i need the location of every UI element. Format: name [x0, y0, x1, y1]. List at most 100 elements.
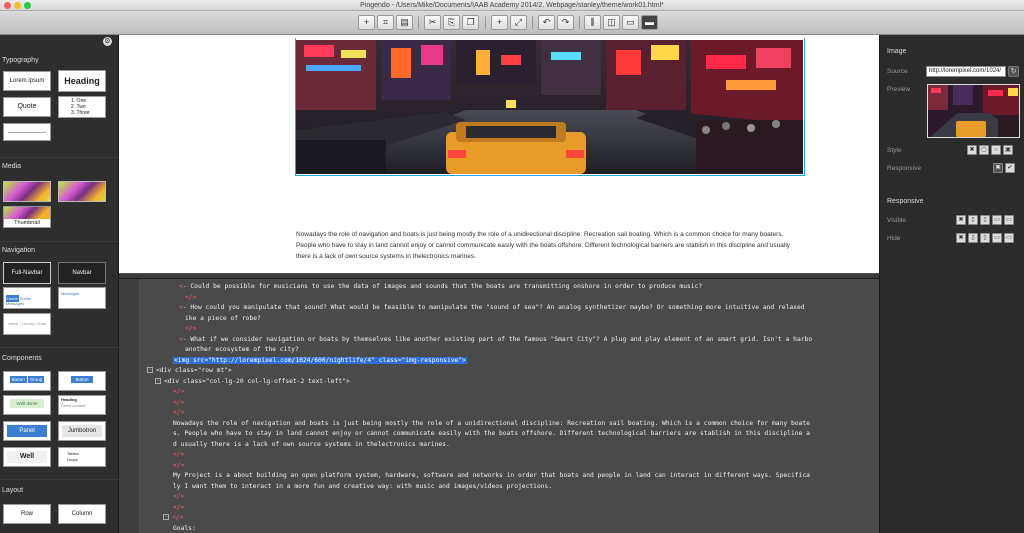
redo-icon[interactable]: ↷ — [557, 15, 574, 30]
hide-phone-icon[interactable]: ▯ — [968, 233, 978, 243]
code-line[interactable]: <- How could you manipulate that sound? … — [179, 303, 805, 313]
panel-snippet[interactable]: Panel — [3, 421, 51, 441]
alert-snippet[interactable]: Well done! — [3, 395, 51, 415]
visible-desktop-icon[interactable]: ▭ — [1004, 215, 1014, 225]
well-snippet[interactable]: Well — [3, 447, 51, 467]
visible-tablet-icon[interactable]: ▯ — [980, 215, 990, 225]
button-snippet[interactable]: Button — [58, 371, 106, 391]
heading-snippet[interactable]: Heading — [58, 70, 106, 92]
visible-none-icon[interactable]: ✖ — [956, 215, 966, 225]
code-line[interactable]: </> — [185, 324, 196, 334]
code-line[interactable]: ike a piece of robe? — [185, 314, 261, 324]
image-snippet[interactable] — [3, 181, 51, 202]
button-label: Button — [71, 376, 93, 383]
paste-icon[interactable]: ⎘ — [443, 15, 460, 30]
tabs-snippet[interactable]: Home Profile Messages — [3, 287, 51, 309]
column-icon[interactable]: ⫼ — [584, 15, 601, 30]
image-rounded-snippet[interactable] — [58, 181, 106, 202]
refresh-icon[interactable]: ↻ — [1008, 66, 1019, 77]
code-line[interactable]: <- Could be possible for musicians to us… — [179, 282, 702, 292]
section-divider — [0, 479, 119, 480]
toolbar-separator — [418, 16, 419, 29]
code-line[interactable]: Nowadays the role of navigation and boat… — [173, 419, 810, 429]
hide-none-icon[interactable]: ✖ — [956, 233, 966, 243]
list-group-item: Drops — [67, 457, 78, 462]
code-line[interactable]: <- What if we consider navigation or boa… — [179, 335, 812, 345]
well-label: Well — [7, 451, 47, 463]
responsive-on-icon[interactable]: ✔ — [1005, 163, 1015, 173]
code-line[interactable]: ly I want them to interact in a more fun… — [173, 482, 552, 492]
style-label: Style — [887, 147, 902, 154]
layout-icon[interactable]: ▬ — [641, 15, 658, 30]
thumbnail-snippet[interactable]: Thumbnail — [3, 206, 51, 228]
responsive-label: Responsive — [887, 165, 921, 172]
hr-snippet[interactable] — [3, 123, 51, 141]
split-icon[interactable]: ◫ — [603, 15, 620, 30]
undo-icon[interactable]: ↶ — [538, 15, 555, 30]
panel-content-label: Panel content — [61, 403, 86, 408]
code-line[interactable]: Goals: — [173, 524, 196, 533]
style-circle-icon[interactable]: ○ — [991, 145, 1001, 155]
row-snippet[interactable]: Row — [3, 504, 51, 524]
add-icon[interactable]: + — [491, 15, 508, 30]
group-button: Group — [27, 376, 45, 383]
breadcrumb-snippet[interactable]: Home / Library / Data — [3, 313, 51, 335]
visible-phone-icon[interactable]: ▯ — [968, 215, 978, 225]
button-group-snippet[interactable]: Button Group — [3, 371, 51, 391]
city-street-image — [296, 40, 803, 174]
code-line[interactable]: </> — [173, 398, 184, 408]
layout-section-title: Layout — [2, 487, 24, 494]
code-editor[interactable]: <- Could be possible for musicians to us… — [119, 279, 879, 533]
column-snippet[interactable]: Column — [58, 504, 106, 524]
code-line[interactable]: </> — [173, 492, 184, 502]
gear-icon[interactable]: ⚙ — [103, 37, 112, 46]
code-line[interactable]: My Project is a about building an open p… — [173, 471, 810, 481]
navbar-snippet[interactable]: Navbar — [58, 262, 106, 284]
list-snippet[interactable]: 1. One 2. Two 3. Three — [58, 96, 106, 118]
desktop-view-icon[interactable]: ▭ — [622, 15, 639, 30]
quote-snippet[interactable]: Quote — [3, 97, 51, 117]
visible-label: Visible — [887, 217, 907, 224]
jumbotron-snippet[interactable]: Jumbotron — [58, 421, 106, 441]
code-line[interactable]: - </> — [163, 513, 183, 523]
code-line[interactable]: <img src="http://lorempixel.com/1024/600… — [173, 356, 467, 366]
resize-icon[interactable]: ⤢ — [510, 15, 527, 30]
scissors-icon[interactable]: ✂ — [424, 15, 441, 30]
style-rounded-icon[interactable]: ▢ — [979, 145, 989, 155]
code-line[interactable]: </> — [173, 461, 184, 471]
code-line[interactable]: </> — [185, 293, 196, 303]
lorem-ipsum-snippet[interactable]: Lorem ipsum — [3, 71, 51, 91]
hide-label: Hide — [887, 235, 901, 242]
pager-snippet[interactable]: Messages — [58, 287, 106, 309]
save-icon[interactable]: ▤ — [396, 15, 413, 30]
canvas-paragraph[interactable]: Nowadays the role of navigation and boat… — [296, 229, 799, 262]
code-line[interactable]: s. People who have to stay in land canno… — [173, 429, 810, 439]
hr-line — [8, 132, 46, 133]
code-line[interactable]: </> — [173, 408, 184, 418]
crop-icon[interactable]: ⌗ — [377, 15, 394, 30]
panel-heading-snippet[interactable]: Heading Panel content — [58, 395, 106, 415]
full-navbar-snippet[interactable]: Full-Navbar — [3, 262, 51, 284]
plus-icon[interactable]: + — [358, 15, 375, 30]
list-group-snippet[interactable]: Tables Drops — [58, 447, 106, 467]
style-thumbnail-icon[interactable]: ▣ — [1003, 145, 1013, 155]
hide-tablet-icon[interactable]: ▯ — [980, 233, 990, 243]
code-line[interactable]: </> — [173, 450, 184, 460]
section-divider — [0, 157, 119, 158]
code-line[interactable]: - <div class="row mt"> — [147, 366, 232, 376]
responsive-section-title: Responsive — [887, 198, 924, 205]
responsive-off-icon[interactable]: ✖ — [993, 163, 1003, 173]
code-line[interactable]: </> — [173, 387, 184, 397]
code-line[interactable]: d usually there is a lack of own source … — [173, 440, 450, 450]
code-line[interactable]: - <div class="col-lg-20 col-lg-offset-2 t… — [155, 377, 350, 387]
preview-thumbnail-image — [928, 85, 1019, 137]
nightlife-photo[interactable] — [296, 40, 803, 174]
style-none-icon[interactable]: ✖ — [967, 145, 977, 155]
code-line[interactable]: another ecosystem of the city? — [185, 345, 299, 355]
source-input[interactable]: http://lorempixel.com/1024/ — [926, 66, 1006, 77]
duplicate-icon[interactable]: ❐ — [462, 15, 479, 30]
hide-laptop-icon[interactable]: ▭ — [992, 233, 1002, 243]
visible-laptop-icon[interactable]: ▭ — [992, 215, 1002, 225]
code-line[interactable]: </> — [173, 503, 184, 513]
hide-desktop-icon[interactable]: ▭ — [1004, 233, 1014, 243]
